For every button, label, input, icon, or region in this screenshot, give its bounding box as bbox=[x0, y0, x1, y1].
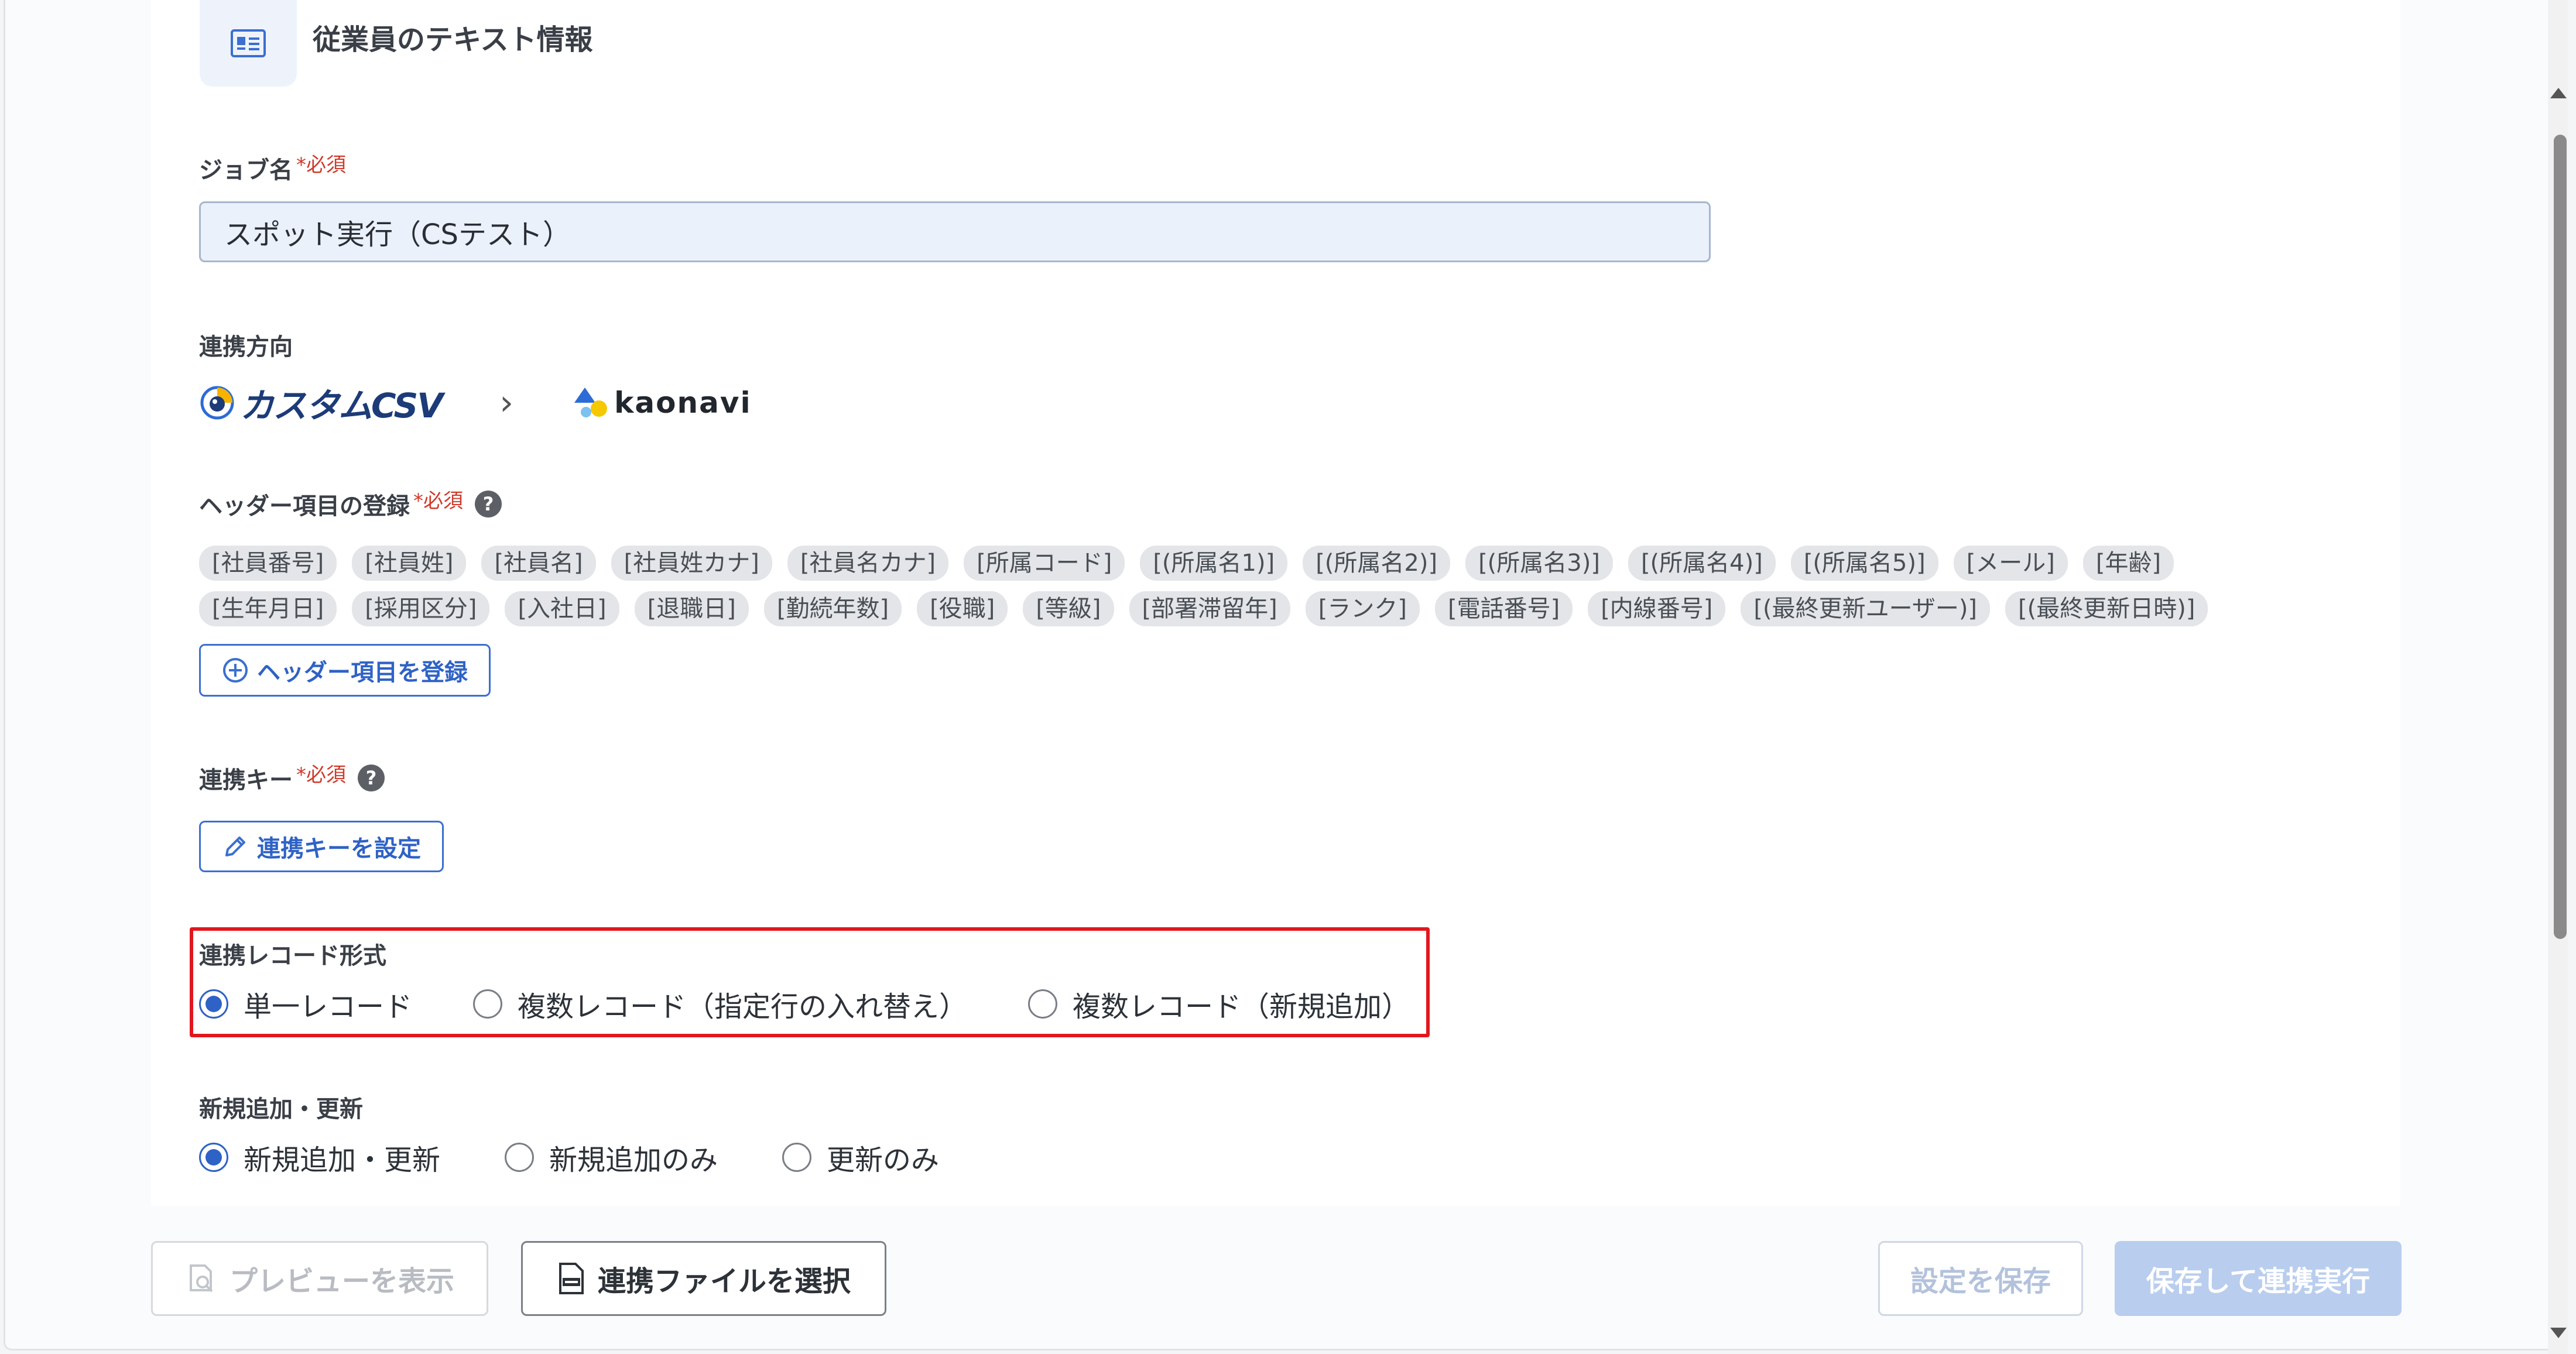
header-tag: [(所属名3)] bbox=[1465, 546, 1613, 581]
header-tag: [(所属名5)] bbox=[1790, 546, 1938, 581]
header-tag: [部署滞留年] bbox=[1129, 591, 1290, 626]
record-format-label-text: 連携レコード形式 bbox=[199, 942, 386, 969]
header-tag: [社員名カナ] bbox=[787, 546, 949, 581]
preview-button[interactable]: プレビューを表示 bbox=[151, 1241, 488, 1316]
custom-csv-logo-icon bbox=[200, 386, 234, 420]
record-format-radio-group: 単一レコード 複数レコード（指定行の入れ替え） 複数レコード（新規追加） bbox=[199, 983, 1410, 1024]
radio-multi-add[interactable]: 複数レコード（新規追加） bbox=[1028, 983, 1410, 1024]
header-tag: [(最終更新日時)] bbox=[2005, 591, 2208, 626]
radio-multi-replace[interactable]: 複数レコード（指定行の入れ替え） bbox=[473, 983, 967, 1024]
radio-button[interactable] bbox=[505, 1143, 535, 1172]
update-mode-label: 新規追加・更新 bbox=[199, 1090, 363, 1124]
header-items-label: ヘッダー項目の登録 *必須 ? bbox=[199, 487, 502, 521]
scrollbar-thumb[interactable] bbox=[2554, 135, 2567, 939]
scroll-down-arrow-icon[interactable] bbox=[2550, 1328, 2567, 1338]
header-tag: [勤続年数] bbox=[763, 591, 902, 626]
id-card-icon bbox=[200, 0, 297, 87]
radio-button[interactable] bbox=[1028, 989, 1058, 1019]
header-tag: [等級] bbox=[1023, 591, 1114, 626]
pencil-icon bbox=[222, 833, 249, 860]
job-name-label: ジョブ名 *必須 bbox=[199, 151, 346, 185]
csv-file-icon bbox=[557, 1262, 586, 1295]
job-name-input[interactable] bbox=[199, 201, 1711, 262]
save-and-run-label: 保存して連携実行 bbox=[2146, 1265, 2371, 1298]
direction-label: 連携方向 bbox=[199, 328, 293, 362]
help-icon[interactable]: ? bbox=[475, 491, 502, 517]
preview-icon bbox=[185, 1262, 218, 1295]
scroll-up-arrow-icon[interactable] bbox=[2550, 88, 2567, 98]
radio-label: 新規追加のみ bbox=[549, 1144, 718, 1177]
set-key-label: 連携キーを設定 bbox=[257, 835, 421, 862]
save-settings-label: 設定を保存 bbox=[1910, 1265, 2051, 1298]
help-icon[interactable]: ? bbox=[358, 765, 385, 791]
add-header-label: ヘッダー項目を登録 bbox=[257, 659, 468, 686]
direction-row: カスタムCSV › kaonavi bbox=[199, 379, 752, 426]
header-tag: [ランク] bbox=[1305, 591, 1420, 626]
header-tag: [年齢] bbox=[2082, 546, 2174, 581]
key-label-text: 連携キー bbox=[199, 767, 293, 794]
header-tag: [社員名] bbox=[481, 546, 596, 581]
preview-label: プレビューを表示 bbox=[229, 1265, 454, 1298]
chevron-right-icon: › bbox=[499, 382, 514, 423]
radio-update-only[interactable]: 更新のみ bbox=[782, 1137, 939, 1178]
header-tag: [(所属名2)] bbox=[1303, 546, 1451, 581]
header-tag: [役職] bbox=[917, 591, 1008, 626]
radio-label: 複数レコード（指定行の入れ替え） bbox=[518, 990, 968, 1023]
header-items-label-text: ヘッダー項目の登録 bbox=[199, 493, 410, 520]
header-tag: [(最終更新ユーザー)] bbox=[1741, 591, 1991, 626]
header-tag: [社員番号] bbox=[199, 546, 337, 581]
header-tag: [退職日] bbox=[634, 591, 749, 626]
kaonavi-logo-icon bbox=[574, 388, 608, 417]
radio-label: 新規追加・更新 bbox=[244, 1144, 441, 1177]
header-tag: [社員姓カナ] bbox=[611, 546, 772, 581]
header-tag: [所属コード] bbox=[964, 546, 1125, 581]
update-mode-label-text: 新規追加・更新 bbox=[199, 1096, 363, 1123]
header-tag: [内線番号] bbox=[1588, 591, 1726, 626]
direction-label-text: 連携方向 bbox=[199, 334, 293, 361]
radio-label: 単一レコード bbox=[244, 990, 413, 1023]
header-tag: [入社日] bbox=[505, 591, 619, 626]
header-tag: [(所属名4)] bbox=[1628, 546, 1776, 581]
source-name: カスタムCSV bbox=[240, 386, 443, 426]
radio-single-record[interactable]: 単一レコード bbox=[199, 983, 412, 1024]
radio-add-only[interactable]: 新規追加のみ bbox=[505, 1137, 718, 1178]
radio-button[interactable] bbox=[473, 989, 503, 1019]
select-file-label: 連携ファイルを選択 bbox=[597, 1265, 851, 1298]
radio-add-update[interactable]: 新規追加・更新 bbox=[199, 1137, 440, 1178]
header-tag-list: [社員番号] [社員姓] [社員名] [社員姓カナ] [社員名カナ] [所属コード] [(所… bbox=[199, 546, 2283, 626]
record-format-label: 連携レコード形式 bbox=[199, 937, 386, 971]
radio-button[interactable] bbox=[782, 1143, 812, 1172]
update-mode-radio-group: 新規追加・更新 新規追加のみ 更新のみ bbox=[199, 1137, 939, 1178]
required-mark: *必須 bbox=[296, 153, 346, 177]
radio-label: 複数レコード（新規追加） bbox=[1073, 990, 1410, 1023]
section-title: 従業員のテキスト情報 bbox=[313, 23, 593, 56]
kaonavi-logo: kaonavi bbox=[572, 385, 751, 420]
key-label: 連携キー *必須 ? bbox=[199, 761, 385, 795]
save-settings-button[interactable]: 設定を保存 bbox=[1878, 1241, 2083, 1316]
radio-label: 更新のみ bbox=[827, 1144, 940, 1177]
plus-circle-icon bbox=[222, 657, 249, 684]
header-tag: [生年月日] bbox=[199, 591, 337, 626]
target-name: kaonavi bbox=[614, 386, 752, 420]
custom-csv-logo: カスタムCSV bbox=[199, 378, 443, 427]
header-tag: [メール] bbox=[1953, 546, 2068, 581]
radio-button[interactable] bbox=[199, 1143, 228, 1172]
header-tag: [採用区分] bbox=[352, 591, 490, 626]
select-file-button[interactable]: 連携ファイルを選択 bbox=[521, 1241, 886, 1316]
save-and-run-button[interactable]: 保存して連携実行 bbox=[2115, 1241, 2402, 1316]
header-tag: [(所属名1)] bbox=[1140, 546, 1288, 581]
job-name-label-text: ジョブ名 bbox=[199, 157, 293, 184]
header-tag: [電話番号] bbox=[1434, 591, 1573, 626]
required-mark: *必須 bbox=[413, 489, 463, 513]
add-header-button[interactable]: ヘッダー項目を登録 bbox=[199, 644, 491, 697]
required-mark: *必須 bbox=[296, 763, 346, 787]
set-key-button[interactable]: 連携キーを設定 bbox=[199, 821, 444, 872]
header-tag: [社員姓] bbox=[352, 546, 467, 581]
radio-button[interactable] bbox=[199, 989, 228, 1019]
